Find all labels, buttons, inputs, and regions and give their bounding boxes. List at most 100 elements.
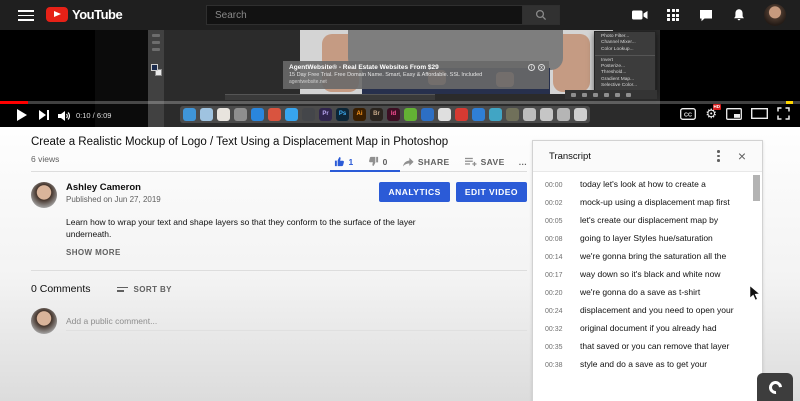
description-line: Learn how to wrap your text and shape la… xyxy=(66,217,416,227)
theater-mode-button[interactable] xyxy=(751,108,768,119)
dislike-button[interactable]: 0 xyxy=(368,156,388,167)
apps-grid-icon[interactable] xyxy=(665,7,681,23)
messages-icon[interactable] xyxy=(698,7,714,23)
share-button[interactable]: SHARE xyxy=(402,157,450,167)
account-avatar[interactable] xyxy=(764,4,786,26)
transcript-text: displacement and you need to open your xyxy=(580,305,734,315)
transcript-text: that saved or you can remove that layer xyxy=(580,341,730,351)
ad-body: 15 Day Free Trial. Free Domain Name. Sma… xyxy=(289,72,483,78)
transcript-line[interactable]: 00:08 going to layer Styles hue/saturati… xyxy=(533,229,762,247)
transcript-line[interactable]: 00:02 mock-up using a displacement map f… xyxy=(533,193,762,211)
edit-video-button[interactable]: EDIT VIDEO xyxy=(455,182,527,202)
page-content: Create a Realistic Mockup of Logo / Text… xyxy=(0,127,800,401)
save-label: SAVE xyxy=(480,156,505,167)
add-comment-row xyxy=(31,308,527,334)
search-input[interactable] xyxy=(206,5,523,25)
share-label: SHARE xyxy=(417,156,450,167)
search-button[interactable] xyxy=(523,5,560,25)
transcript-text: today let's look at how to create a xyxy=(580,179,706,189)
save-button[interactable]: SAVE xyxy=(464,156,505,167)
youtube-watch-page: YouTube Search AgentWebsite® - Real Esta… xyxy=(0,0,800,401)
play-button[interactable] xyxy=(17,109,27,121)
youtube-play-icon xyxy=(46,7,68,22)
transcript-timestamp[interactable]: 00:24 xyxy=(545,308,571,315)
section-divider xyxy=(31,270,527,271)
ad-overlay-banner[interactable]: AgentWebsite® - Real Estate Websites Fro… xyxy=(283,61,549,89)
channel-name[interactable]: Ashley Cameron xyxy=(66,182,379,193)
dislike-count: 0 xyxy=(382,156,388,167)
comment-input[interactable] xyxy=(66,311,527,331)
transcript-timestamp[interactable]: 00:00 xyxy=(545,182,571,189)
video-description: Learn how to wrap your text and shape la… xyxy=(66,217,527,240)
like-button[interactable]: 1 xyxy=(334,156,354,167)
create-video-icon[interactable] xyxy=(632,7,648,23)
transcript-timestamp[interactable]: 00:17 xyxy=(545,272,571,279)
transcript-timestamp[interactable]: 00:38 xyxy=(545,362,571,369)
transcript-timestamp[interactable]: 00:20 xyxy=(545,290,571,297)
search-bar xyxy=(206,5,560,25)
video-title: Create a Realistic Mockup of Logo / Text… xyxy=(31,136,449,148)
svg-text:CC: CC xyxy=(684,112,692,118)
video-player[interactable]: AgentWebsite® - Real Estate Websites Fro… xyxy=(0,30,800,127)
transcript-line[interactable]: 00:00 today let's look at how to create … xyxy=(533,175,762,193)
publish-date: Published on Jun 27, 2019 xyxy=(66,195,161,204)
transcript-header: Transcript × xyxy=(533,141,762,172)
transcript-line[interactable]: 00:14 we're gonna bring the saturation a… xyxy=(533,247,762,265)
volume-icon[interactable] xyxy=(57,109,71,127)
recording-watermark[interactable] xyxy=(757,373,793,401)
channel-row: Ashley Cameron Published on Jun 27, 2019… xyxy=(31,182,527,208)
transcript-line[interactable]: 00:17 way down so it's black and white n… xyxy=(533,265,762,283)
photoshop-status-bar xyxy=(225,94,435,100)
fullscreen-button[interactable] xyxy=(777,107,790,120)
captions-button[interactable]: CC xyxy=(680,107,697,120)
transcript-line[interactable]: 00:20 we're gonna do a save as t-shirt xyxy=(533,283,762,301)
next-button[interactable] xyxy=(39,110,50,120)
share-arrow-icon xyxy=(402,157,414,166)
ad-url[interactable]: agentwebsite.net xyxy=(289,79,543,85)
more-options-icon[interactable] xyxy=(711,147,726,165)
menu-icon[interactable] xyxy=(18,10,34,21)
playlist-add-icon xyxy=(464,157,477,167)
header-actions xyxy=(632,0,786,30)
comments-header: 0 Comments SORT BY xyxy=(31,283,527,295)
transcript-text: we're gonna bring the saturation all the xyxy=(580,251,727,261)
transcript-timestamp[interactable]: 00:32 xyxy=(545,326,571,333)
transcript-timestamp[interactable]: 00:02 xyxy=(545,200,571,207)
app-header: YouTube xyxy=(0,0,800,30)
channel-avatar[interactable] xyxy=(31,182,57,208)
transcript-text: mock-up using a displacement map first xyxy=(580,197,730,207)
mouse-cursor xyxy=(749,285,761,301)
video-info-column: Create a Realistic Mockup of Logo / Text… xyxy=(31,136,527,334)
more-actions-icon[interactable]: ... xyxy=(519,157,527,167)
transcript-line[interactable]: 00:35 that saved or you can remove that … xyxy=(533,337,762,355)
transcript-text: style and do a save as to get your xyxy=(580,359,708,369)
comments-count: 0 Comments xyxy=(31,283,91,295)
show-more-button[interactable]: SHOW MORE xyxy=(66,248,527,257)
ad-title[interactable]: AgentWebsite® - Real Estate Websites Fro… xyxy=(289,64,543,71)
close-icon[interactable]: × xyxy=(734,149,750,163)
transcript-timestamp[interactable]: 00:08 xyxy=(545,236,571,243)
transcript-line[interactable]: 00:24 displacement and you need to open … xyxy=(533,301,762,319)
transcript-timestamp[interactable]: 00:05 xyxy=(545,218,571,225)
notifications-bell-icon[interactable] xyxy=(731,7,747,23)
ad-close-icon[interactable]: x xyxy=(538,64,545,71)
transcript-timestamp[interactable]: 00:35 xyxy=(545,344,571,351)
analytics-button[interactable]: ANALYTICS xyxy=(379,182,450,202)
sort-by-button[interactable]: SORT BY xyxy=(116,285,172,294)
commenter-avatar xyxy=(31,308,57,334)
transcript-line[interactable]: 00:05 let's create our displacement map … xyxy=(533,211,762,229)
player-controls: 0:10 / 6:09 CC ⚙ HD xyxy=(0,104,800,127)
settings-gear-icon[interactable]: ⚙ HD xyxy=(705,104,721,120)
transcript-line[interactable]: 00:38 style and do a save as to get your xyxy=(533,355,762,373)
search-icon xyxy=(535,9,547,21)
youtube-logo[interactable]: YouTube xyxy=(46,7,123,22)
transcript-timestamp[interactable]: 00:14 xyxy=(545,254,571,261)
youtube-logo-text: YouTube xyxy=(72,7,123,22)
transcript-title: Transcript xyxy=(549,150,591,162)
like-count: 1 xyxy=(348,156,354,167)
miniplayer-button[interactable] xyxy=(726,107,742,120)
ad-info-icon[interactable]: i xyxy=(528,64,535,71)
thumbs-up-icon xyxy=(334,157,344,167)
transcript-line[interactable]: 00:32 original document if you already h… xyxy=(533,319,762,337)
transcript-scrollbar[interactable] xyxy=(753,175,760,201)
